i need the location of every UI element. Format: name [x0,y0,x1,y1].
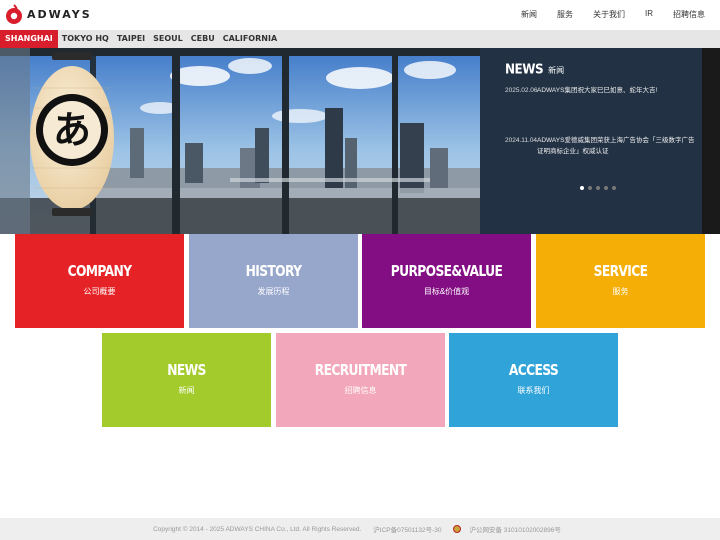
tile-title: HISTORY [245,262,302,280]
location-shanghai[interactable]: SHANGHAI [0,30,58,48]
nav-about[interactable]: 关于我们 [593,9,625,20]
lantern-glyph: あ [53,108,91,152]
tile-recruitment[interactable]: RECRUITMENT 招聘信息 [276,333,445,427]
news-title-en: NEWS [505,61,544,77]
location-cebu[interactable]: CEBU [187,30,219,48]
adways-logo-icon [6,4,22,24]
tile-subtitle: 新闻 [178,386,195,395]
tile-history[interactable]: HISTORY 发展历程 [189,234,358,328]
tile-title: NEWS [167,361,206,379]
tile-purpose-value[interactable]: PURPOSE&VALUE 目标&价值观 [362,234,531,328]
nav-ir[interactable]: IR [645,9,653,20]
office-skyline-image: あ [0,48,480,234]
location-tokyo[interactable]: TOKYO HQ [58,30,113,48]
hero-edge [702,48,720,234]
tile-title: COMPANY [67,262,132,280]
news-title-cn: 新闻 [548,66,565,75]
news-date: 2024.11.04 [505,137,538,144]
tile-news[interactable]: NEWS 新闻 [102,333,271,427]
location-seoul[interactable]: SEOUL [149,30,187,48]
tile-access[interactable]: ACCESS 联系我们 [449,333,618,427]
page: ADWAYS 新闻 服务 关于我们 IR 招聘信息 SHANGHAI TOKYO… [0,0,720,540]
hero-banner: あ NEWS 新闻 2025.02.06 ADWAYS集团祝大家巳巳如意、蛇年大… [0,48,720,234]
tile-subtitle: 招聘信息 [344,386,377,395]
tile-subtitle: 公司概要 [83,287,116,296]
tile-title: PURPOSE&VALUE [390,262,503,280]
tile-service[interactable]: SERVICE 服务 [536,234,705,328]
tile-subtitle: 联系我们 [517,386,550,395]
news-item[interactable]: 2024.11.04 ADWAYS爱德威集团荣获上海广告协会「三级数字广告证明商… [505,135,700,157]
tile-title: RECRUITMENT [314,361,407,379]
news-heading: NEWS 新闻 [505,61,565,77]
tile-company[interactable]: COMPANY 公司概要 [15,234,184,328]
slide-dot-1[interactable] [580,186,584,190]
nav-service[interactable]: 服务 [557,9,573,20]
location-bar: SHANGHAI TOKYO HQ TAIPEI SEOUL CEBU CALI… [0,30,720,48]
slide-indicator [580,186,616,190]
police-record[interactable]: 沪公网安备 31010102002896号 [453,524,566,534]
nav-recruit[interactable]: 招聘信息 [673,9,705,20]
location-taipei[interactable]: TAIPEI [113,30,149,48]
logo-text: ADWAYS [27,7,92,21]
icp-link[interactable]: 沪ICP备07501132号-30 [373,524,441,534]
tile-subtitle: 目标&价值观 [423,287,470,296]
site-footer: Copyright © 2014 - 2025 ADWAYS CHINA Co.… [0,518,720,540]
news-text: ADWAYS集团祝大家巳巳如意、蛇年大吉! [537,87,658,94]
tile-title: SERVICE [593,262,648,280]
location-california[interactable]: CALIFORNIA [219,30,281,48]
news-item[interactable]: 2025.02.06 ADWAYS集团祝大家巳巳如意、蛇年大吉! [505,85,700,96]
news-panel: NEWS 新闻 2025.02.06 ADWAYS集团祝大家巳巳如意、蛇年大吉!… [480,48,702,234]
slide-dot-3[interactable] [596,186,600,190]
site-header: ADWAYS 新闻 服务 关于我们 IR 招聘信息 [0,0,720,30]
logo[interactable]: ADWAYS [5,3,92,25]
tile-subtitle: 服务 [612,287,629,296]
slide-dot-5[interactable] [612,186,616,190]
tile-subtitle: 发展历程 [257,287,290,296]
slide-dot-2[interactable] [588,186,592,190]
tile-title: ACCESS [508,361,559,379]
news-date: 2025.02.06 [505,87,538,94]
police-badge-icon [453,525,462,533]
nav-news[interactable]: 新闻 [521,9,537,20]
top-nav: 新闻 服务 关于我们 IR 招聘信息 [501,9,705,20]
news-text: ADWAYS爱德威集团荣获上海广告协会「三级数字广告证明商标企业」权威认证 [537,137,695,155]
copyright-text: Copyright © 2014 - 2025 ADWAYS CHINA Co.… [153,525,362,533]
slide-dot-4[interactable] [604,186,608,190]
police-record-text: 沪公网安备 31010102002896号 [469,527,561,534]
